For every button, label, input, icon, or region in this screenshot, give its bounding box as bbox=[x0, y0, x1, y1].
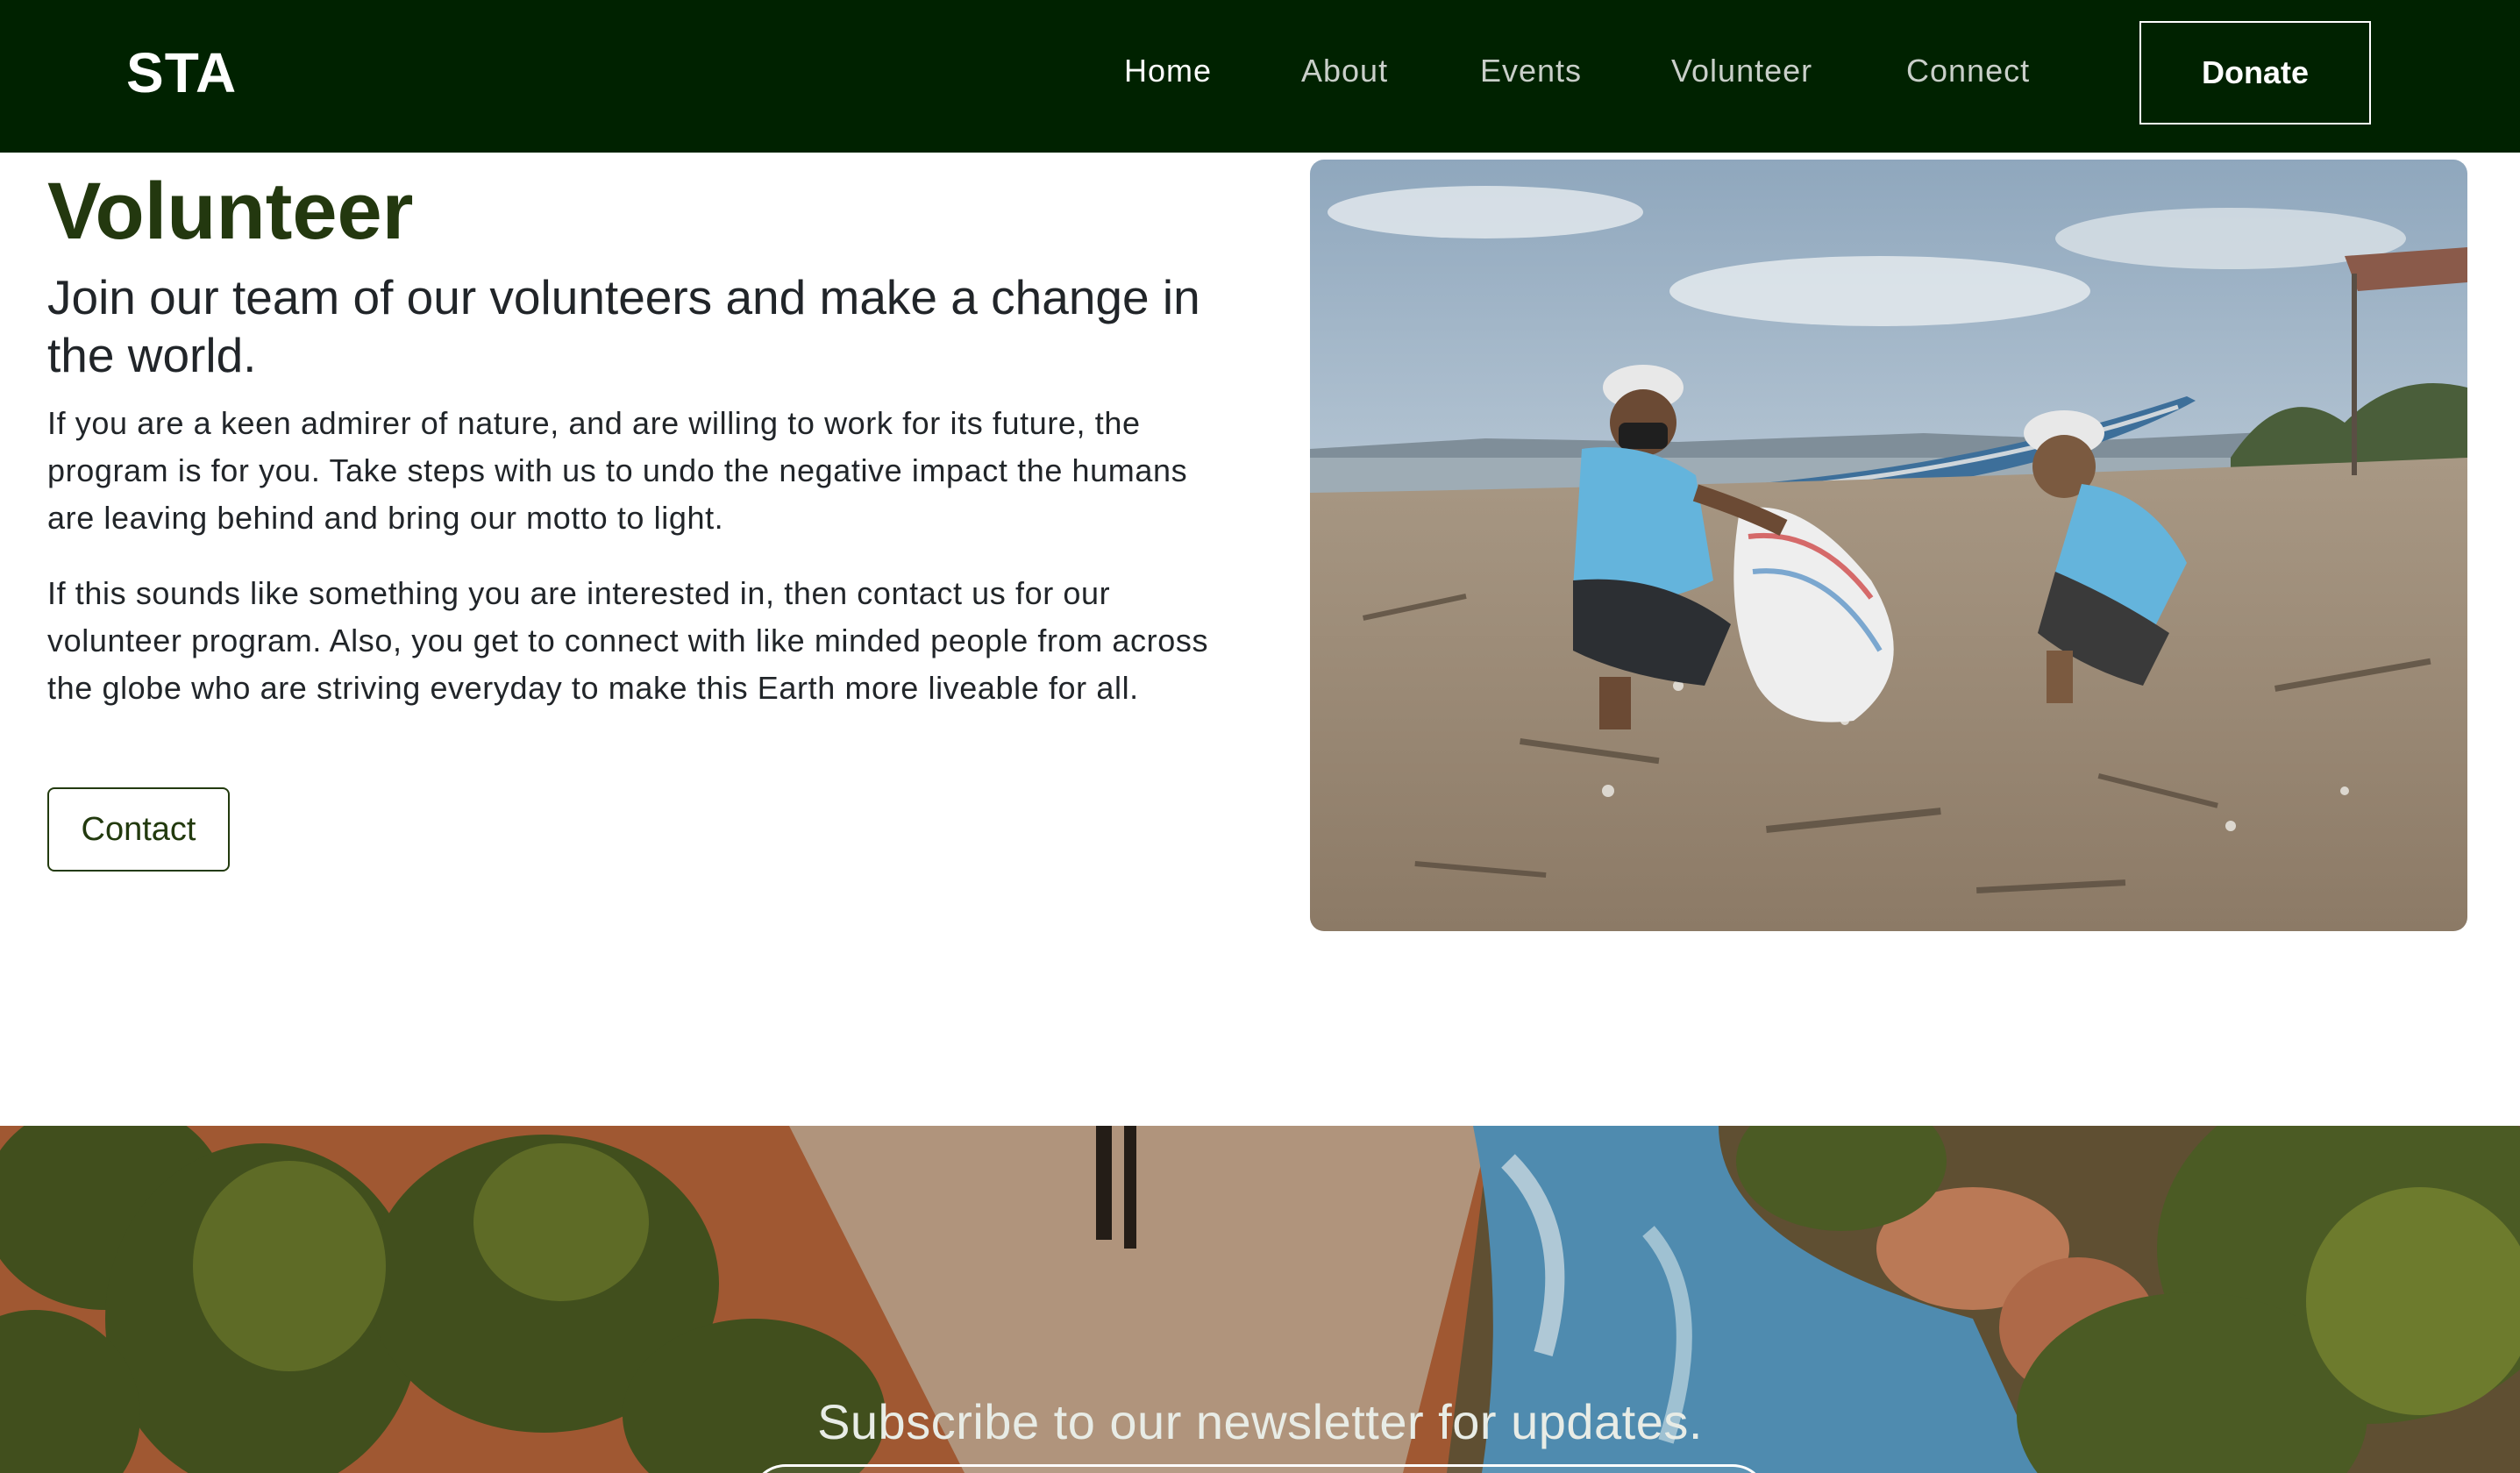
intro-paragraph: If you are a keen admirer of nature, and… bbox=[47, 405, 1188, 536]
donate-button[interactable]: Donate bbox=[2139, 21, 2371, 125]
program-paragraph: If this sounds like something you are in… bbox=[47, 575, 1209, 706]
nav-link-connect[interactable]: Connect bbox=[1906, 53, 2030, 89]
nav-link-home[interactable]: Home bbox=[1124, 53, 1212, 89]
contact-button[interactable]: Contact bbox=[47, 787, 230, 872]
nav-link-events[interactable]: Events bbox=[1480, 53, 1582, 89]
newsletter-banner: Subscribe to our newsletter for updates. bbox=[0, 1126, 2520, 1473]
page-title: Volunteer bbox=[47, 167, 414, 256]
page-subtitle: Join our team of our volunteers and make… bbox=[47, 270, 1200, 382]
beach-cleanup-photo bbox=[1310, 160, 2467, 931]
nav-link-about[interactable]: About bbox=[1301, 53, 1388, 89]
newsletter-email-input[interactable] bbox=[751, 1464, 1768, 1473]
navbar: STA Home About Events Volunteer Connect … bbox=[0, 0, 2520, 153]
nav-link-volunteer[interactable]: Volunteer bbox=[1671, 53, 1812, 89]
brand-logo[interactable]: STA bbox=[126, 40, 237, 105]
newsletter-heading: Subscribe to our newsletter for updates. bbox=[817, 1394, 1703, 1449]
